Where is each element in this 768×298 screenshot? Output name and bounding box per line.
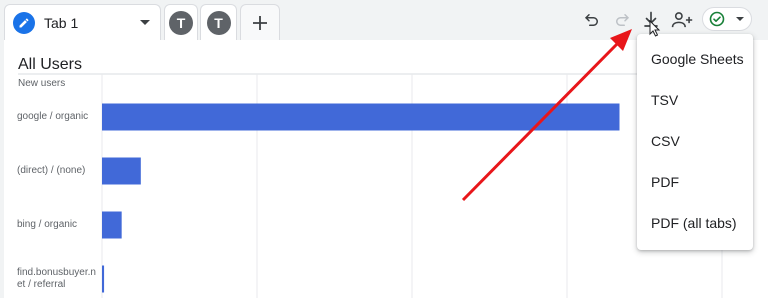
category-label: (direct) / (none) (17, 165, 86, 176)
chevron-down-icon[interactable] (140, 20, 150, 25)
menu-item-google-sheets[interactable]: Google Sheets (637, 38, 753, 79)
tab-2-avatar: T (169, 10, 193, 35)
download-icon (644, 11, 658, 27)
menu-item-pdf[interactable]: PDF (637, 161, 753, 202)
redo-button[interactable] (610, 8, 634, 32)
category-label: bing / organic (17, 219, 78, 230)
download-button[interactable] (639, 8, 663, 32)
tab-3-avatar: T (206, 10, 231, 35)
menu-item-tsv[interactable]: TSV (637, 79, 753, 120)
menu-item-pdf-all-tabs[interactable]: PDF (all tabs) (637, 202, 753, 243)
tab-1[interactable]: Tab 1 (4, 4, 161, 40)
menu-item-csv[interactable]: CSV (637, 120, 753, 161)
category-label: google / organic (17, 111, 89, 122)
undo-icon (585, 14, 598, 26)
bar[interactable] (102, 157, 141, 185)
undo-button[interactable] (580, 8, 604, 32)
check-circle-icon (709, 11, 725, 27)
tab-3[interactable]: T (200, 4, 237, 40)
chevron-down-icon (736, 17, 744, 21)
plus-icon (253, 15, 267, 30)
bar[interactable] (102, 103, 620, 131)
redo-icon (616, 14, 629, 26)
tab-1-label: Tab 1 (44, 14, 79, 31)
add-tab-button[interactable] (240, 4, 280, 40)
category-label: find.bonusbuyer.n et / referral (17, 267, 96, 290)
pencil-icon (13, 11, 35, 34)
download-menu: Google Sheets TSV CSV PDF PDF (all tabs) (637, 34, 753, 250)
tab-2[interactable]: T (164, 4, 198, 40)
status-dropdown[interactable] (702, 7, 752, 31)
share-button[interactable] (669, 8, 695, 32)
share-users-icon (671, 12, 693, 28)
